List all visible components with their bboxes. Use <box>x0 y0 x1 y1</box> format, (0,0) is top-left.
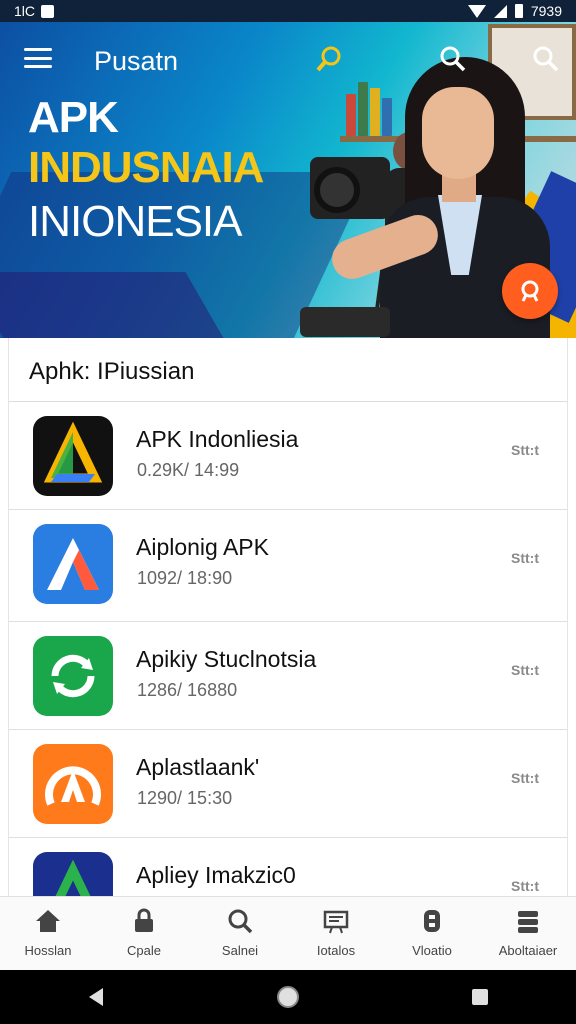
nav-label: Iotalos <box>316 943 356 958</box>
app-title: Pusatn <box>94 46 179 76</box>
nav-label: Vloatio <box>412 943 452 958</box>
arc-logo-icon <box>33 744 113 824</box>
search-icon <box>521 280 539 302</box>
signal-icon <box>493 4 507 18</box>
menu-icon[interactable] <box>24 46 52 70</box>
nav-item-about[interactable]: Aboltaiaer <box>480 897 576 970</box>
app-name: APK Indonliesia <box>136 426 299 452</box>
nav-label: Hosslan <box>24 943 72 958</box>
battery-icon <box>514 4 523 18</box>
app-list: Aphk: IPiussian APK Indonliesia 0.29K/ 1… <box>8 338 568 898</box>
app-meta: 0.29K/ 14:99 <box>137 460 240 480</box>
app-name: Apikiy Stuclnotsia <box>136 646 317 672</box>
nav-item-board[interactable]: Iotalos <box>288 897 384 970</box>
camera-search-icon[interactable] <box>314 44 344 74</box>
home-icon <box>36 910 60 932</box>
nav-label: Cpale <box>127 943 161 958</box>
board-icon <box>323 910 349 934</box>
lock-icon <box>135 908 153 932</box>
nav-label: Salnei <box>221 943 259 958</box>
home-circle-icon[interactable] <box>268 977 308 1017</box>
app-meta: 1286/ 16880 <box>137 680 238 700</box>
section-title: Aphk: IPiussian <box>29 358 195 385</box>
refresh-logo-icon <box>33 636 113 716</box>
install-button[interactable]: Stt:t <box>511 878 539 894</box>
app-name: Aiplonig APK <box>136 534 269 560</box>
wifi-icon <box>467 4 486 18</box>
hero-title-line-3: INIONESIA <box>28 197 242 246</box>
nav-label: Aboltaiaer <box>498 943 558 958</box>
bottom-navigation: Hosslan Cpale Salnei Iotalos Vloatio Abo… <box>0 896 576 970</box>
search-icon[interactable] <box>438 44 468 74</box>
nav-item-home[interactable]: Hosslan <box>0 897 96 970</box>
status-left-text: 1lC <box>14 3 36 19</box>
app-name: Apliey Imakzic0 <box>136 862 296 888</box>
install-button[interactable]: Stt:t <box>511 770 539 786</box>
status-time: 7939 <box>530 3 562 19</box>
install-button[interactable]: Stt:t <box>511 550 539 566</box>
search-icon <box>228 909 253 934</box>
triangle-logo-icon <box>33 416 113 496</box>
chair-decoration <box>300 307 390 337</box>
nav-item-video[interactable]: Vloatio <box>384 897 480 970</box>
a-logo-icon <box>33 524 113 604</box>
search-fab-button[interactable] <box>502 263 558 319</box>
search-icon[interactable] <box>531 44 561 74</box>
hero-title-line-1: APK <box>28 93 119 142</box>
list-item[interactable]: Aiplonig APK 1092/ 18:90 Stt:t <box>9 510 567 622</box>
list-item[interactable]: APK Indonliesia 0.29K/ 14:99 Stt:t <box>9 402 567 510</box>
triangle-logo-icon <box>33 852 113 898</box>
system-navigation-bar <box>0 970 576 1024</box>
gamepad-icon <box>424 910 440 932</box>
nav-item-lock[interactable]: Cpale <box>96 897 192 970</box>
nav-item-search[interactable]: Salnei <box>192 897 288 970</box>
list-item[interactable]: Aplastlaank' 1290/ 15:30 Stt:t <box>9 730 567 838</box>
status-bar: 1lC 7939 <box>0 0 576 22</box>
recents-icon[interactable] <box>460 977 500 1017</box>
list-item[interactable]: Apikiy Stuclnotsia 1286/ 16880 Stt:t <box>9 622 567 730</box>
app-name: Aplastlaank' <box>136 754 260 780</box>
hero-title-line-2: INDUSNAIA <box>28 143 264 192</box>
install-button[interactable]: Stt:t <box>511 442 539 458</box>
hero-banner: APK INDUSNAIA INIONESIA Pusatn <box>0 22 576 338</box>
app-meta: 1092/ 18:90 <box>137 568 233 588</box>
notification-icon <box>41 4 55 18</box>
app-meta: 1290/ 15:30 <box>137 788 233 808</box>
back-icon[interactable] <box>76 977 116 1017</box>
status-right: 7939 <box>467 3 562 19</box>
list-item[interactable]: Apliey Imakzic0 Stt:t <box>9 838 567 898</box>
install-button[interactable]: Stt:t <box>511 662 539 678</box>
status-left: 1lC <box>14 3 55 19</box>
stack-icon <box>518 911 538 933</box>
